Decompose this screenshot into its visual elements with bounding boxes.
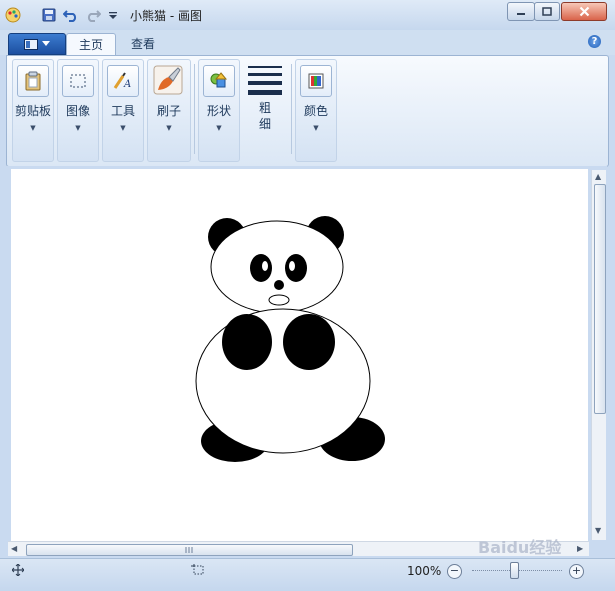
status-bar: 100% − +	[0, 558, 615, 591]
chevron-down-icon: ▼	[216, 124, 222, 132]
clipboard-icon	[17, 65, 49, 97]
shapes-group[interactable]: 形状 ▼	[198, 59, 240, 162]
canvas-workspace	[6, 166, 607, 541]
watermark-text: Baidu经验	[478, 538, 562, 557]
tools-label: 工具	[110, 104, 135, 118]
chevron-down-icon: ▼	[313, 124, 319, 132]
colors-icon	[300, 65, 332, 97]
drawing-canvas[interactable]	[11, 169, 588, 541]
chevron-down-icon: ▼	[75, 124, 81, 132]
chevron-down-icon	[42, 41, 50, 46]
minimize-icon	[517, 12, 525, 15]
scroll-down-icon[interactable]: ▼	[595, 526, 601, 535]
image-label: 图像	[65, 104, 90, 118]
line-thickness-label: 粗 细	[258, 101, 271, 131]
zoom-level: 100%	[407, 564, 442, 578]
zoom-in-button[interactable]: +	[569, 564, 584, 579]
line-thickness-icon	[248, 66, 282, 95]
panda-drawing	[195, 216, 385, 462]
vertical-scrollbar[interactable]: ▲ ▼	[591, 170, 606, 540]
vertical-scroll-thumb[interactable]	[594, 184, 606, 414]
brush-label: 刷子	[156, 104, 181, 118]
clipboard-label: 剪贴板	[14, 104, 51, 118]
scroll-right-icon[interactable]: ▶	[577, 544, 583, 553]
clipboard-group[interactable]: 剪贴板 ▼	[12, 59, 54, 162]
zoom-out-button[interactable]: −	[447, 564, 462, 579]
cursor-position-icon	[12, 564, 24, 576]
maximize-button[interactable]	[534, 2, 560, 21]
svg-text:A: A	[123, 79, 131, 90]
tools-icon: A	[107, 65, 139, 97]
image-group[interactable]: 图像 ▼	[57, 59, 99, 162]
scroll-left-icon[interactable]: ◀	[11, 544, 17, 553]
colors-group[interactable]: 颜色 ▼	[295, 59, 337, 162]
close-icon	[579, 6, 589, 17]
chevron-down-icon: ▼	[166, 124, 172, 132]
grip-icon	[185, 547, 193, 553]
maximize-icon	[542, 7, 552, 16]
chevron-down-icon: ▼	[120, 124, 126, 132]
panda-right-eye-patch	[285, 254, 307, 282]
tab-view[interactable]: 查看	[120, 33, 166, 55]
panda-right-eye	[289, 261, 295, 271]
undo-icon[interactable]	[62, 6, 80, 24]
customize-dropdown-icon[interactable]	[104, 6, 122, 24]
paint-app-icon[interactable]	[4, 6, 22, 24]
panda-right-arm	[283, 314, 335, 370]
chevron-down-icon: ▼	[30, 124, 36, 132]
app-menu-button[interactable]	[8, 33, 66, 55]
tools-group[interactable]: A 工具 ▼	[102, 59, 144, 162]
panda-left-arm	[222, 314, 272, 370]
panda-left-eye	[262, 261, 268, 271]
scroll-up-icon[interactable]: ▲	[595, 172, 601, 181]
title-bar: 小熊猫 - 画图	[0, 0, 615, 31]
brush-icon	[153, 65, 183, 95]
panda-mouth	[268, 294, 290, 306]
close-button[interactable]	[561, 2, 607, 21]
group-divider	[291, 64, 292, 154]
colors-label: 颜色	[303, 104, 328, 118]
zoom-slider-thumb[interactable]	[510, 562, 519, 579]
panda-left-eye-patch	[250, 254, 272, 282]
group-divider	[194, 64, 195, 154]
brush-group[interactable]: 刷子 ▼	[147, 59, 191, 162]
select-image-icon	[62, 65, 94, 97]
line-thickness-group[interactable]: 粗 细	[243, 59, 287, 162]
panda-nose	[274, 280, 284, 290]
minimize-button[interactable]	[507, 2, 535, 21]
ribbon-tab-row: 主页 查看 ?	[0, 30, 615, 56]
redo-icon[interactable]	[84, 6, 102, 24]
window-title: 小熊猫 - 画图	[130, 9, 202, 23]
help-icon[interactable]: ?	[588, 35, 601, 48]
selection-size-icon	[191, 564, 204, 575]
panda-body	[195, 308, 371, 454]
horizontal-scroll-thumb[interactable]	[26, 544, 353, 556]
shapes-label: 形状	[206, 104, 231, 118]
ribbon-panel: 剪贴板 ▼ 图像 ▼ A 工具 ▼ 刷子 ▼ 形状 ▼ 粗 细 颜色 ▼	[6, 55, 609, 167]
shapes-icon	[203, 65, 235, 97]
paint-menu-icon	[24, 38, 38, 50]
tab-home[interactable]: 主页	[66, 33, 116, 56]
save-icon[interactable]	[40, 6, 58, 24]
